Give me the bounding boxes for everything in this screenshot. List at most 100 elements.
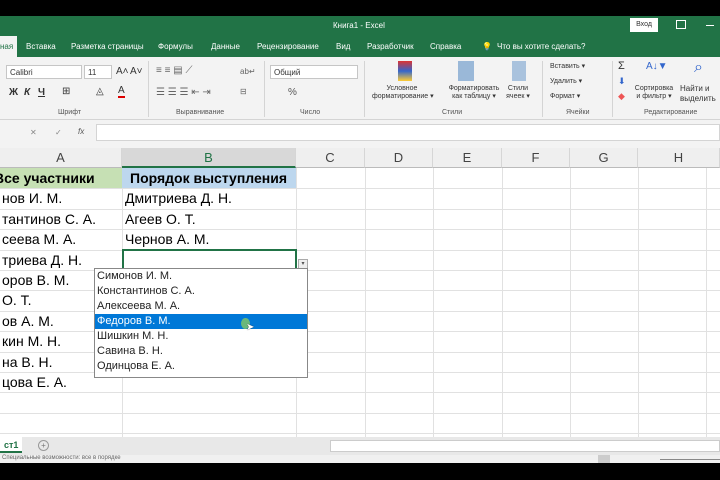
find-select-button[interactable]: Найти и выделить (680, 84, 716, 104)
clear-icon[interactable]: ◆ (618, 91, 625, 102)
bold-button[interactable]: Ж (9, 87, 18, 98)
group-cells-label: Ячейки (566, 109, 590, 116)
dropdown-option[interactable]: Алексеева М. А. (95, 299, 307, 314)
font-name-select[interactable]: Calibri (6, 65, 82, 79)
cell-b[interactable]: Чернов А. М. (122, 229, 296, 249)
tab-help[interactable]: Справка (430, 42, 461, 51)
dropdown-option[interactable]: Константинов С. А. (95, 284, 307, 299)
cell-a[interactable]: сеева М. А. (0, 229, 122, 249)
underline-button[interactable]: Ч (38, 87, 45, 98)
login-button[interactable]: Вход (630, 18, 658, 32)
insert-cells-button[interactable]: Вставить ▾ (550, 62, 585, 70)
dropdown-option[interactable]: Савина В. Н. (95, 344, 307, 359)
row-gridline (0, 392, 720, 394)
normal-view-icon[interactable] (598, 455, 610, 463)
divider (364, 61, 365, 117)
font-size-select[interactable]: 11 (84, 65, 112, 79)
autosum-icon[interactable]: Σ (618, 60, 625, 72)
fill-color-icon[interactable]: ◬ (96, 86, 104, 97)
percent-button[interactable]: % (288, 87, 297, 98)
dropdown-option[interactable]: Одинцова Е. А. (95, 359, 307, 374)
add-sheet-button[interactable]: + (38, 440, 49, 451)
column-header-h[interactable]: H (638, 148, 720, 168)
sort-filter-button[interactable]: Сортировка и фильтр ▾ (630, 85, 678, 100)
column-header-c[interactable]: C (296, 148, 365, 168)
sheet-tab-bar: ст1 + (0, 437, 720, 455)
column-header-e[interactable]: E (433, 148, 502, 168)
dropdown-option[interactable]: Симонов И. М. (95, 269, 307, 284)
header-cell-a1[interactable]: Все участники (0, 168, 122, 188)
label: Форматировать (448, 85, 500, 92)
format-as-table-button[interactable]: Форматировать как таблицу ▾ (444, 85, 504, 100)
group-alignment-label: Выравнивание (176, 109, 225, 116)
borders-icon[interactable]: ⊞ (62, 86, 70, 97)
group-number-label: Число (300, 109, 321, 116)
column-header-d[interactable]: D (365, 148, 433, 168)
column-header-f[interactable]: F (502, 148, 570, 168)
conditional-format-icon[interactable] (398, 61, 412, 81)
tab-home[interactable]: ная (0, 36, 18, 57)
header-cell-b1[interactable]: Порядок выступления (122, 168, 296, 188)
find-icon[interactable]: ⌕ (694, 59, 703, 77)
dropdown-option[interactable]: Федоров В. М. (95, 314, 307, 329)
format-cells-button[interactable]: Формат ▾ (550, 92, 580, 100)
insert-function-icon[interactable]: fx (78, 127, 84, 136)
cell-a[interactable]: триева Д. Н. (0, 250, 122, 270)
tab-insert[interactable]: Вставка (26, 42, 56, 51)
column-header-b[interactable]: B (122, 148, 296, 168)
dropdown-option[interactable]: Шишкин М. Н. (95, 329, 307, 344)
cell-b[interactable]: Дмитриева Д. Н. (122, 188, 296, 208)
divider (542, 61, 543, 117)
title-bar: Книга1 - Excel Вход (0, 16, 720, 36)
column-header-g[interactable]: G (570, 148, 638, 168)
font-color-icon[interactable]: A (118, 85, 125, 98)
ribbon-tabs: ная Вставка Разметка страницы Формулы Да… (0, 36, 720, 57)
cell-b[interactable]: Агеев О. Т. (122, 209, 296, 229)
sort-filter-icon[interactable]: A↓▼ (646, 61, 668, 72)
shrink-font-icon[interactable]: A˅ (130, 66, 143, 77)
tab-view[interactable]: Вид (336, 42, 350, 51)
tab-developer[interactable]: Разработчик (367, 42, 414, 51)
group-font-label: Шрифт (58, 109, 82, 116)
minimize-icon[interactable] (706, 25, 714, 26)
enter-icon[interactable]: ✓ (55, 128, 62, 137)
number-format-select[interactable]: Общий (270, 65, 358, 79)
cell-styles-icon[interactable] (512, 61, 526, 81)
italic-button[interactable]: К (24, 87, 30, 98)
wrap-text-icon[interactable]: ab↵ (240, 67, 256, 76)
row-gridline (0, 433, 720, 435)
conditional-format-button[interactable]: Условное форматирование ▾ (372, 85, 434, 100)
sheet-tab-1[interactable]: ст1 (0, 437, 23, 453)
row-gridline (0, 412, 720, 414)
window-title: Книга1 - Excel (333, 21, 385, 30)
tab-review[interactable]: Рецензирование (257, 42, 319, 51)
ribbon-display-icon[interactable] (676, 20, 686, 29)
label: Найти и (680, 84, 710, 93)
group-editing-label: Редактирование (644, 109, 698, 116)
align-left-icon[interactable]: ☰ ☰ ☰ ⇤ ⇥ (156, 87, 211, 98)
column-header-a[interactable]: A (0, 148, 122, 168)
validation-dropdown-list[interactable]: Симонов И. М. Константинов С. А. Алексеева… (94, 268, 308, 378)
label: Условное (386, 85, 418, 92)
cell-a[interactable]: тантинов С. А. (0, 209, 122, 229)
align-top-icon[interactable]: ≡ ≡ ▤ ⟋ (156, 65, 192, 76)
format-table-icon[interactable] (458, 61, 474, 81)
tab-data[interactable]: Данные (211, 42, 240, 51)
merge-icon[interactable]: ⊟ (240, 87, 247, 96)
fill-icon[interactable]: ⬇ (618, 76, 626, 87)
cell-a[interactable]: нов И. М. (0, 188, 122, 208)
cell-styles-button[interactable]: Стили ячеек ▾ (500, 85, 536, 100)
zoom-slider[interactable] (660, 459, 720, 460)
group-styles-label: Стили (442, 109, 463, 116)
accessibility-status: Специальные возможности: все в порядке (2, 455, 121, 461)
horizontal-scrollbar[interactable] (330, 440, 720, 452)
tab-formulas[interactable]: Формулы (158, 42, 193, 51)
active-cell-b5[interactable] (122, 249, 297, 270)
grow-font-icon[interactable]: A˄ (116, 66, 129, 77)
tab-page-layout[interactable]: Разметка страницы (71, 42, 144, 51)
lightbulb-icon: 💡 (482, 42, 492, 51)
tell-me-search[interactable]: Что вы хотите сделать? (497, 42, 585, 51)
cancel-icon[interactable]: ✕ (30, 128, 37, 137)
formula-input[interactable] (96, 124, 720, 141)
delete-cells-button[interactable]: Удалить ▾ (550, 77, 582, 85)
